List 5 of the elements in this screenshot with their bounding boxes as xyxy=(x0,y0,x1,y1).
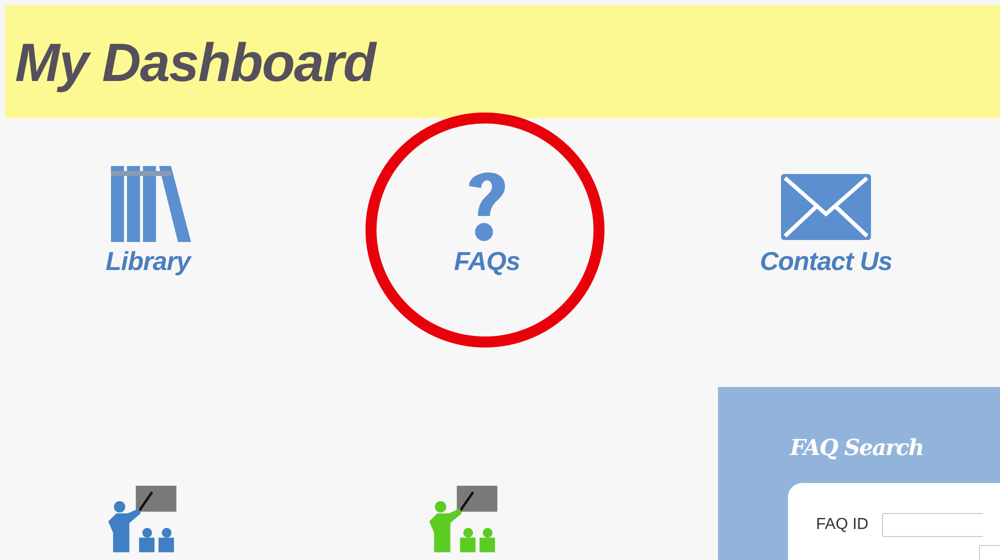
panel-title: FAQ Search xyxy=(790,435,924,461)
field-label: FAQ ID xyxy=(816,516,868,534)
dashboard-link[interactable]: Library xyxy=(48,164,248,286)
page-title: My Dashboard xyxy=(15,32,376,94)
dashboard-link[interactable]: Contact Us xyxy=(726,164,926,286)
